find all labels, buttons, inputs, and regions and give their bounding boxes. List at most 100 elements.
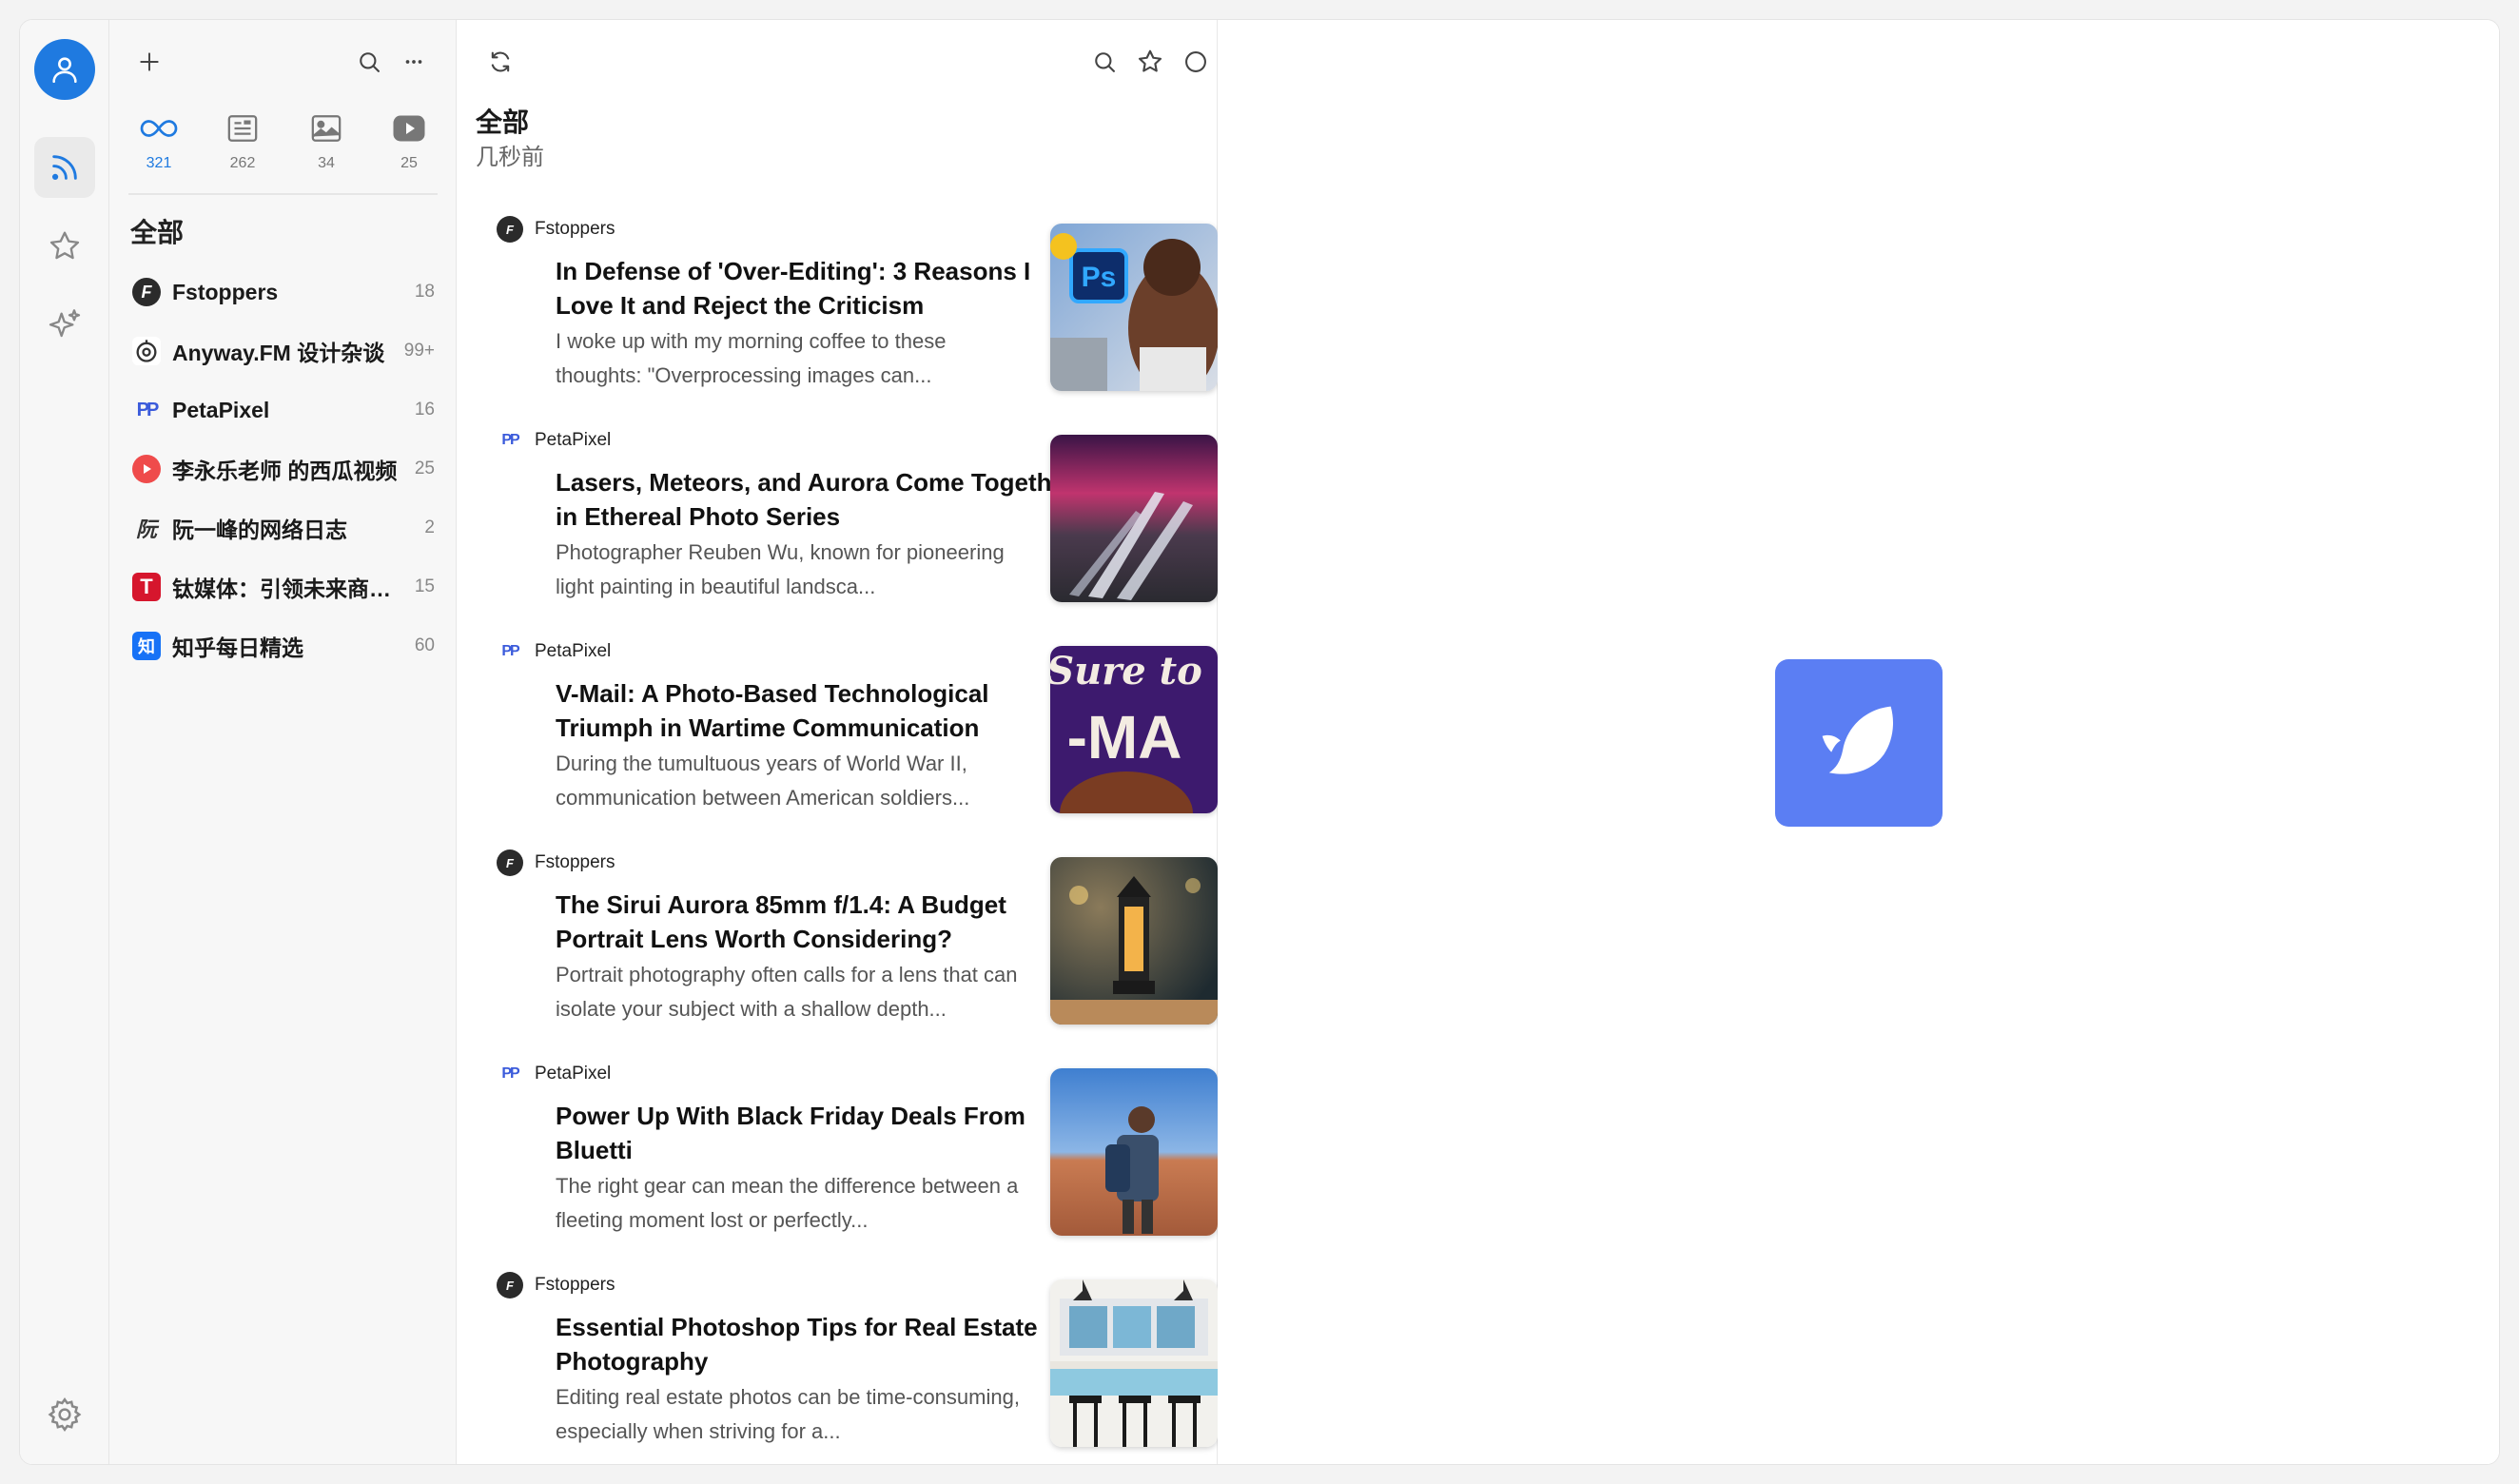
star-icon: [1138, 49, 1162, 72]
entry-thumbnail: Ps: [1050, 224, 1218, 391]
fstoppers-favicon-icon: F: [497, 1272, 523, 1298]
entry-title: In Defense of 'Over-Editing': 3 Reasons …: [556, 257, 1031, 320]
entry-title: Lasers, Meteors, and Aurora Come Togethe…: [556, 468, 1076, 531]
xigua-favicon-icon: [132, 455, 161, 483]
entry-item[interactable]: F Fstoppers In Defense of 'Over-Editing'…: [476, 203, 1218, 414]
entry-item[interactable]: F Fstoppers The Sirui Aurora 85mm f/1.4:…: [476, 836, 1218, 1047]
entry-description: During the tumultuous years of World War…: [556, 752, 970, 810]
rail-subscriptions-button[interactable]: [34, 137, 95, 198]
feed-count: 25: [414, 459, 435, 478]
settings-button[interactable]: [34, 1384, 95, 1445]
feed-name: 阮一峰的网络日志: [172, 517, 347, 542]
ruanyifeng-favicon-icon: 阮: [135, 517, 157, 542]
entry-source: F Fstoppers: [497, 216, 615, 243]
entry-item[interactable]: F Fstoppers Essential Photoshop Tips for…: [476, 1259, 1218, 1464]
tab-pictures[interactable]: 34: [288, 106, 364, 193]
gear-icon: [48, 1396, 82, 1433]
tab-videos-count: 25: [400, 155, 418, 171]
entry-source-name: PetaPixel: [535, 641, 612, 661]
refresh-icon: [491, 51, 510, 72]
tab-articles-count: 262: [229, 155, 256, 171]
entry-source-name: Fstoppers: [535, 852, 615, 872]
entry-source-name: PetaPixel: [535, 1064, 612, 1084]
tab-articles[interactable]: 262: [205, 106, 281, 193]
entries: F Fstoppers In Defense of 'Over-Editing'…: [476, 203, 1218, 1464]
petapixel-favicon-icon: PP: [136, 399, 160, 420]
entry-source: F Fstoppers: [497, 849, 615, 876]
petapixel-favicon-icon: PP: [501, 432, 519, 448]
rail-ai-button[interactable]: [34, 296, 95, 357]
entry-description: I woke up with my morning coffee to thes…: [556, 329, 947, 387]
tab-pictures-count: 34: [318, 155, 335, 171]
feed-count: 18: [414, 282, 435, 302]
sidebar-item-liyongle[interactable]: 李永乐老师 的西瓜视频 25: [121, 439, 444, 498]
entry-source: PP PetaPixel: [497, 427, 611, 454]
entry-title: Essential Photoshop Tips for Real Estate…: [556, 1313, 1038, 1376]
feed-name: Anyway.FM 设计杂谈: [172, 341, 385, 365]
article-icon: [227, 115, 258, 142]
list-updated-time: 几秒前: [476, 145, 544, 170]
entry-source: PP PetaPixel: [497, 638, 611, 665]
list-starred-filter-button[interactable]: [1129, 41, 1171, 83]
sidebar-item-anyway-fm[interactable]: Anyway.FM 设计杂谈 99+: [121, 322, 444, 381]
feed-name: 知乎每日精选: [172, 635, 303, 660]
sparkles-icon: [49, 309, 81, 338]
entry-title: V-Mail: A Photo-Based Technological Triu…: [556, 679, 989, 742]
anyway-fm-favicon-icon: [132, 337, 161, 365]
entry-item[interactable]: PP PetaPixel V-Mail: A Photo-Based Techn…: [476, 625, 1218, 836]
add-feed-button[interactable]: [128, 41, 170, 83]
rail-starred-button[interactable]: [34, 216, 95, 277]
search-icon: [360, 52, 380, 72]
entry-item[interactable]: PP PetaPixel Power Up With Black Friday …: [476, 1047, 1218, 1259]
video-icon: [393, 115, 425, 142]
tab-videos[interactable]: 25: [371, 106, 447, 193]
sidebar-item-fstoppers[interactable]: F Fstoppers 18: [121, 263, 444, 322]
entry-item[interactable]: PP PetaPixel Lasers, Meteors, and Aurora…: [476, 414, 1218, 625]
nav-rail: [20, 20, 109, 1464]
tmtpost-favicon-icon: T: [132, 573, 161, 601]
entry-source-name: Fstoppers: [535, 1275, 615, 1295]
fstoppers-favicon-icon: F: [497, 216, 523, 243]
image-icon: [311, 115, 342, 142]
entry-description: Editing real estate photos can be time-c…: [556, 1385, 1020, 1443]
entry-thumbnail: [1050, 1068, 1218, 1236]
sidebar-section-title: 全部: [130, 218, 185, 247]
vmail-poster-text-top: Sure to: [1050, 649, 1202, 693]
entry-title: The Sirui Aurora 85mm f/1.4: A Budget Po…: [556, 890, 1006, 953]
circle-icon: [1185, 51, 1206, 72]
entry-title: Power Up With Black Friday Deals From Bl…: [556, 1102, 1025, 1164]
sidebar-item-ruanyifeng[interactable]: 阮 阮一峰的网络日志 2: [121, 498, 444, 557]
rss-icon: [51, 155, 77, 181]
list-title: 全部: [476, 107, 530, 137]
entry-list-panel: 全部 几秒前 F Fstoppers In Defense of 'Over-E…: [457, 20, 1218, 1464]
app-window: 321 262 34 25 全部 F Fstoppers 18 Anyway.F…: [19, 19, 2500, 1465]
entry-source: F Fstoppers: [497, 1272, 615, 1298]
view-category-tabs: 321 262 34 25: [109, 106, 457, 193]
sidebar-item-zhihu-daily[interactable]: 知 知乎每日精选 60: [121, 616, 444, 675]
app-logo: [1775, 659, 1943, 827]
entry-description: Photographer Reuben Wu, known for pionee…: [556, 540, 1005, 598]
entry-description: Portrait photography often calls for a l…: [556, 963, 1018, 1021]
tab-all[interactable]: 321: [121, 106, 197, 193]
feed-sidebar: 321 262 34 25 全部 F Fstoppers 18 Anyway.F…: [109, 20, 457, 1464]
reader-panel: [1218, 20, 2499, 1464]
sidebar-more-button[interactable]: [393, 41, 435, 83]
infinity-icon: [140, 120, 178, 137]
feed-list: F Fstoppers 18 Anyway.FM 设计杂谈 99+ PP Pet…: [121, 263, 444, 675]
feed-count: 15: [414, 576, 435, 596]
refresh-button[interactable]: [479, 41, 521, 83]
feed-name: 钛媒体：引领未来商业与生活新知: [172, 576, 407, 601]
fstoppers-favicon-icon: F: [132, 278, 161, 306]
unread-filter-button[interactable]: [1175, 41, 1217, 83]
star-icon: [49, 231, 80, 260]
feed-name: Fstoppers: [172, 279, 279, 304]
sidebar-search-button[interactable]: [348, 41, 390, 83]
sidebar-item-tmtpost[interactable]: T 钛媒体：引领未来商业与生活新知 15: [121, 557, 444, 616]
fstoppers-favicon-icon: F: [497, 849, 523, 876]
sidebar-item-petapixel[interactable]: PP PetaPixel 16: [121, 381, 444, 439]
entry-thumbnail: Sure to -MA: [1050, 646, 1218, 813]
user-icon: [52, 57, 77, 84]
feed-count: 99+: [403, 341, 435, 361]
list-search-button[interactable]: [1084, 41, 1125, 83]
user-avatar[interactable]: [34, 39, 95, 100]
